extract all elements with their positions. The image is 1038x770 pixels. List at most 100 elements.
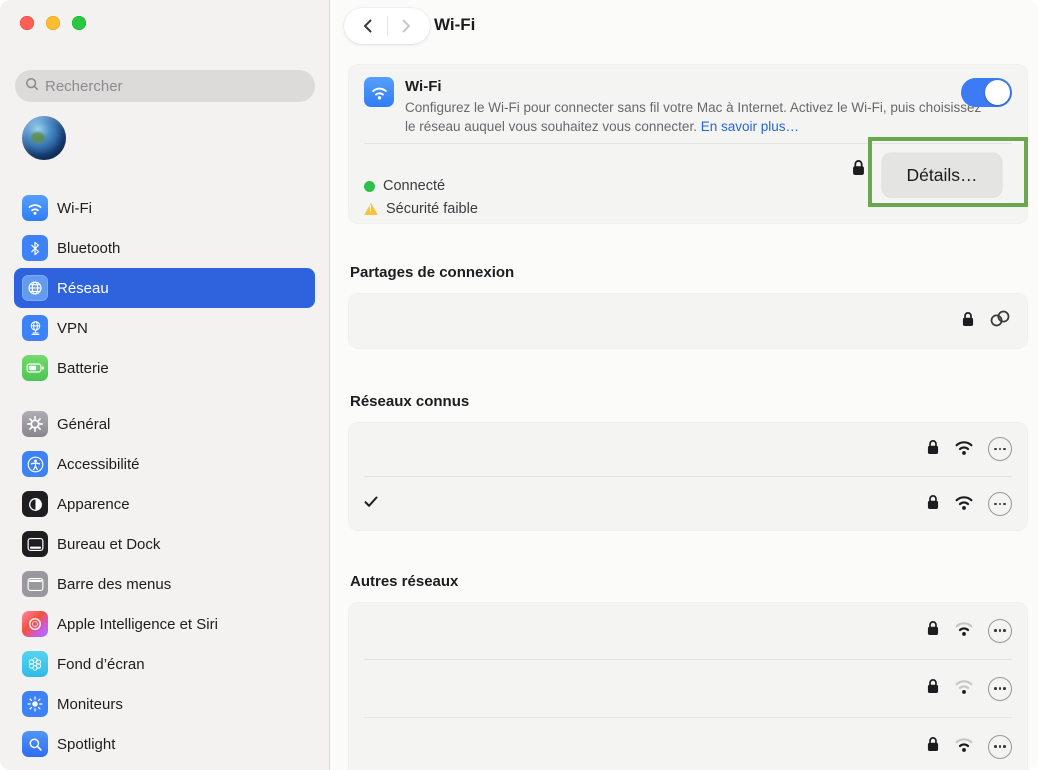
siri-icon [22,611,48,637]
sidebar-item-label: Bureau et Dock [57,536,160,553]
wifi-card-description: Configurez le Wi-Fi pour connecter sans … [405,98,987,136]
other-network-row[interactable] [348,660,1028,717]
wifi-signal-full-icon [953,438,975,461]
settings-scroll-area: Wi-Fi Configurez le Wi-Fi pour connecter… [330,52,1038,770]
sidebar-item-label: Moniteurs [57,696,123,713]
other-network-row[interactable] [348,602,1028,659]
sidebar-item-apple-intelligence-siri[interactable]: Apple Intelligence et Siri [14,604,315,644]
search-input[interactable] [45,78,305,95]
lock-icon [961,310,975,333]
sidebar-item-label: Accessibilité [57,456,140,473]
close-button[interactable] [20,16,34,30]
globe-icon [22,275,48,301]
wifi-icon [22,195,48,221]
details-button[interactable]: Détails… [882,153,1002,197]
appearance-icon [22,491,48,517]
minimize-button[interactable] [46,16,60,30]
sidebar-item-label: Batterie [57,360,109,377]
zoom-button[interactable] [72,16,86,30]
flower-icon [22,651,48,677]
known-networks-card [348,422,1028,531]
lock-icon [926,619,940,642]
section-title-other-networks: Autres réseaux [350,573,1028,590]
wifi-status: Connecté Sécurité faible [364,176,478,222]
lock-icon [926,438,940,461]
section-title-known-networks: Réseaux connus [350,393,1028,410]
sidebar-item-label: Réseau [57,280,109,297]
wifi-card: Wi-Fi Configurez le Wi-Fi pour connecter… [348,64,1028,224]
sidebar-nav: Wi-Fi Bluetooth Réseau VPN [0,188,329,764]
sidebar-item-bluetooth[interactable]: Bluetooth [14,228,315,268]
sidebar-item-wallpaper[interactable]: Fond d’écran [14,644,315,684]
known-network-row[interactable] [348,422,1028,476]
learn-more-link[interactable]: En savoir plus… [701,119,799,134]
sidebar-item-label: Bluetooth [57,240,120,257]
more-button[interactable] [988,492,1012,516]
desktop-dock-icon [22,531,48,557]
sidebar-item-label: Barre des menus [57,576,171,593]
sidebar-item-menubar[interactable]: Barre des menus [14,564,315,604]
vpn-icon [22,315,48,341]
more-button[interactable] [988,437,1012,461]
sidebar-item-general[interactable]: Général [14,404,315,444]
sidebar-item-label: Spotlight [57,736,115,753]
sidebar-item-wifi[interactable]: Wi-Fi [14,188,315,228]
sidebar-item-displays[interactable]: Moniteurs [14,684,315,724]
content-pane: Wi-Fi Wi-Fi Configurez le Wi-Fi pour con… [330,0,1038,770]
sidebar-item-battery[interactable]: Batterie [14,348,315,388]
page-title: Wi-Fi [434,15,475,35]
other-networks-card [348,602,1028,770]
back-button[interactable] [355,11,381,41]
checkmark-icon [364,495,380,513]
warning-icon [364,203,378,215]
brightness-icon [22,691,48,717]
menubar-icon [22,571,48,597]
battery-icon [22,355,48,381]
avatar[interactable] [22,116,66,160]
other-network-row[interactable] [348,718,1028,770]
search-icon [25,77,39,96]
sidebar-item-label: Fond d’écran [57,656,145,673]
sidebar: Wi-Fi Bluetooth Réseau VPN [0,0,330,770]
lock-icon [926,735,940,758]
more-button[interactable] [988,735,1012,759]
connected-status-icon [364,181,375,192]
known-network-row-connected[interactable] [348,477,1028,531]
lock-icon [851,158,866,182]
sidebar-item-network[interactable]: Réseau [14,268,315,308]
sidebar-item-label: VPN [57,320,88,337]
lock-icon [926,493,940,516]
traffic-lights [20,16,86,30]
sidebar-item-vpn[interactable]: VPN [14,308,315,348]
system-settings-window: Wi-Fi Bluetooth Réseau VPN [0,0,1038,770]
wifi-signal-medium-icon [953,735,975,758]
accessibility-icon [22,451,48,477]
security-warning-label: Sécurité faible [386,201,478,217]
magnifier-icon [22,731,48,757]
wifi-signal-medium-icon [953,619,975,642]
bluetooth-icon [22,235,48,261]
hotspot-row[interactable] [348,293,1028,349]
wifi-toggle[interactable] [961,78,1012,107]
connected-status-label: Connecté [383,178,445,194]
sidebar-item-label: Wi-Fi [57,200,92,217]
search-field[interactable] [15,70,315,102]
sidebar-item-spotlight[interactable]: Spotlight [14,724,315,764]
more-button[interactable] [988,677,1012,701]
sidebar-item-desktop-dock[interactable]: Bureau et Dock [14,524,315,564]
lock-icon [926,677,940,700]
nav-pill [344,8,430,44]
gear-icon [22,411,48,437]
annotation-highlight: Détails… [868,137,1028,207]
wifi-card-title: Wi-Fi [405,78,987,95]
section-title-hotspots: Partages de connexion [350,264,1028,281]
hotspots-card [348,293,1028,349]
more-button[interactable] [988,619,1012,643]
sidebar-item-appearance[interactable]: Apparence [14,484,315,524]
wifi-icon [364,77,394,107]
forward-button[interactable] [394,11,420,41]
wifi-description-text: Configurez le Wi-Fi pour connecter sans … [405,100,981,134]
sidebar-item-accessibility[interactable]: Accessibilité [14,444,315,484]
link-icon [988,309,1012,333]
sidebar-item-label: Général [57,416,110,433]
